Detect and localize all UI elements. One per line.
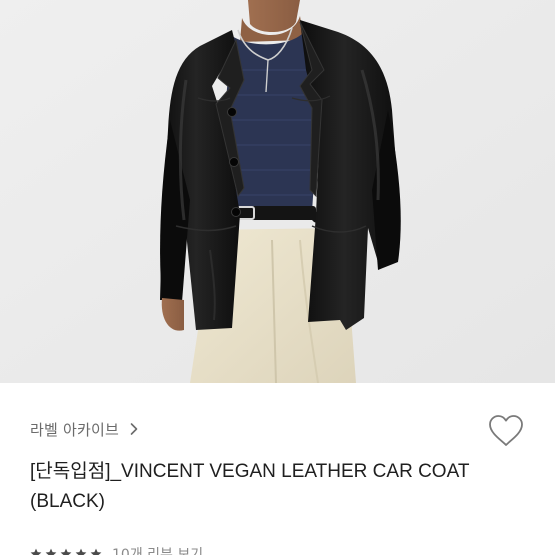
product-image[interactable]	[0, 0, 555, 383]
product-photo-illustration	[0, 0, 555, 383]
rating-row[interactable]: 10개 리뷰 보기	[30, 544, 203, 555]
brand-link[interactable]: 라벨 아카이브	[30, 417, 141, 441]
star-icon	[30, 548, 42, 555]
star-icon	[60, 548, 72, 555]
star-rating	[30, 548, 102, 555]
brand-name: 라벨 아카이브	[30, 420, 119, 439]
star-icon	[45, 548, 57, 555]
star-icon	[90, 548, 102, 555]
review-count-link[interactable]: 10개 리뷰 보기	[112, 544, 203, 555]
product-title: [단독입점]_VINCENT VEGAN LEATHER CAR COAT (B…	[30, 461, 470, 512]
heart-outline-icon[interactable]	[487, 413, 525, 449]
star-icon	[75, 548, 87, 555]
product-detail-page: 라벨 아카이브 [단독입점]_VINCENT VEGAN LEATHER CAR…	[0, 0, 555, 555]
chevron-right-icon	[130, 423, 138, 435]
